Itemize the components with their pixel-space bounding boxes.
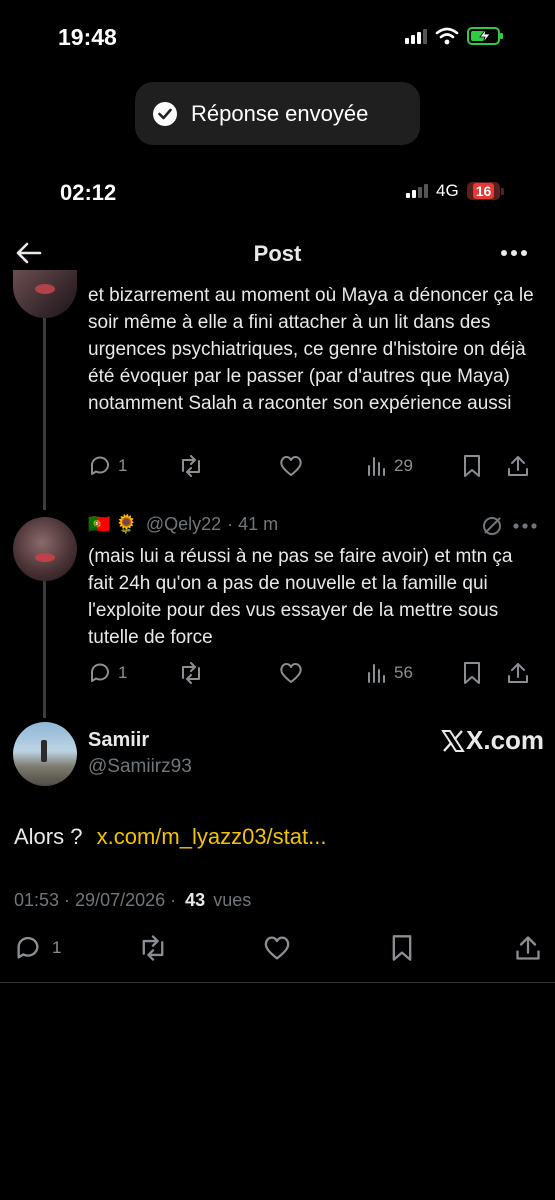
avatar[interactable]: [13, 270, 77, 318]
battery-charging-icon: [467, 27, 503, 45]
reply-sent-toast: Réponse envoyée: [135, 82, 420, 145]
repost-button[interactable]: [178, 455, 278, 477]
share-icon: [516, 936, 540, 960]
views-count: 43: [185, 890, 206, 910]
reply-text: (mais lui a réussi à ne pas se faire avo…: [88, 546, 513, 648]
heart-icon: [264, 936, 290, 960]
reply-button[interactable]: 1: [88, 454, 178, 478]
bookmark-icon: [464, 662, 480, 684]
comment-icon: [17, 936, 39, 959]
share-icon: [508, 663, 528, 683]
bookmark-icon: [464, 455, 480, 477]
reply-actions: 1 29: [88, 454, 540, 478]
more-options-icon[interactable]: [500, 249, 528, 257]
post-link[interactable]: x.com/m_lyazz03/stat...: [97, 824, 327, 849]
divider: [0, 982, 555, 983]
post-text: Alors ? x.com/m_lyazz03/stat...: [14, 824, 327, 849]
like-button[interactable]: [262, 934, 390, 962]
avatar[interactable]: [13, 722, 77, 786]
post-actions: 1: [14, 934, 542, 962]
network-type: 4G: [436, 181, 459, 200]
inner-status-icons: 4G 16: [406, 181, 505, 201]
repost-icon: [142, 935, 164, 961]
status-time: 19:48: [58, 24, 117, 50]
wifi-icon: [435, 27, 459, 45]
user-handle[interactable]: @Qely22: [146, 514, 221, 535]
share-button[interactable]: [514, 934, 542, 962]
views-icon: [368, 457, 385, 476]
avatar[interactable]: [13, 517, 77, 581]
status-icons: [405, 26, 505, 46]
bookmark-button[interactable]: [462, 661, 506, 685]
inner-battery-icon: 16: [466, 182, 505, 200]
repost-button[interactable]: [138, 935, 262, 961]
post-meta: 01:53 · 29/07/2026 · 43 vues: [14, 890, 251, 911]
like-button[interactable]: [278, 454, 366, 478]
views-button[interactable]: 56: [366, 663, 462, 683]
like-button[interactable]: [278, 661, 366, 685]
reply-button[interactable]: 1: [14, 934, 138, 962]
bookmark-button[interactable]: [390, 934, 514, 962]
more-options-icon[interactable]: [512, 522, 538, 530]
heart-icon: [280, 456, 302, 476]
views-label: vues: [213, 890, 252, 910]
x-logo-icon: [441, 729, 465, 752]
repost-icon: [182, 662, 200, 684]
bookmark-icon: [392, 935, 412, 961]
display-name[interactable]: Samiir: [88, 729, 149, 752]
heart-icon: [280, 663, 302, 683]
post-timestamp: 01:53 · 29/07/2026 ·: [14, 890, 177, 910]
post-time: · 41 m: [227, 514, 279, 534]
views-icon: [368, 664, 385, 683]
user-handle[interactable]: @Samiirz93: [88, 756, 192, 778]
share-button[interactable]: [506, 454, 530, 478]
page-title: Post: [253, 241, 302, 266]
inner-status-time: 02:12: [60, 180, 117, 205]
reply-meta: 🇵🇹 🌻 @Qely22 · 41 m: [88, 514, 278, 535]
thread-line: [43, 580, 46, 718]
bookmark-button[interactable]: [462, 454, 506, 478]
grok-icon[interactable]: [481, 515, 503, 537]
reply-text: et bizarrement au moment où Maya a dénon…: [88, 285, 534, 414]
comment-icon: [91, 663, 109, 682]
reply-actions: 1 56: [88, 661, 540, 685]
signal-icon: [405, 28, 427, 44]
repost-icon: [182, 455, 200, 477]
thread-line: [43, 318, 46, 510]
share-button[interactable]: [506, 661, 530, 685]
comment-icon: [91, 456, 109, 475]
toast-text: Réponse envoyée: [191, 100, 369, 126]
views-button[interactable]: 29: [366, 456, 462, 476]
x-watermark: X.com: [441, 725, 544, 756]
inner-signal-icon: [406, 184, 428, 198]
battery-level: 16: [472, 183, 495, 199]
repost-button[interactable]: [178, 662, 278, 684]
user-flags: 🇵🇹 🌻: [88, 514, 138, 534]
share-icon: [508, 456, 528, 476]
reply-button[interactable]: 1: [88, 661, 178, 685]
checkmark-icon: [153, 101, 177, 126]
